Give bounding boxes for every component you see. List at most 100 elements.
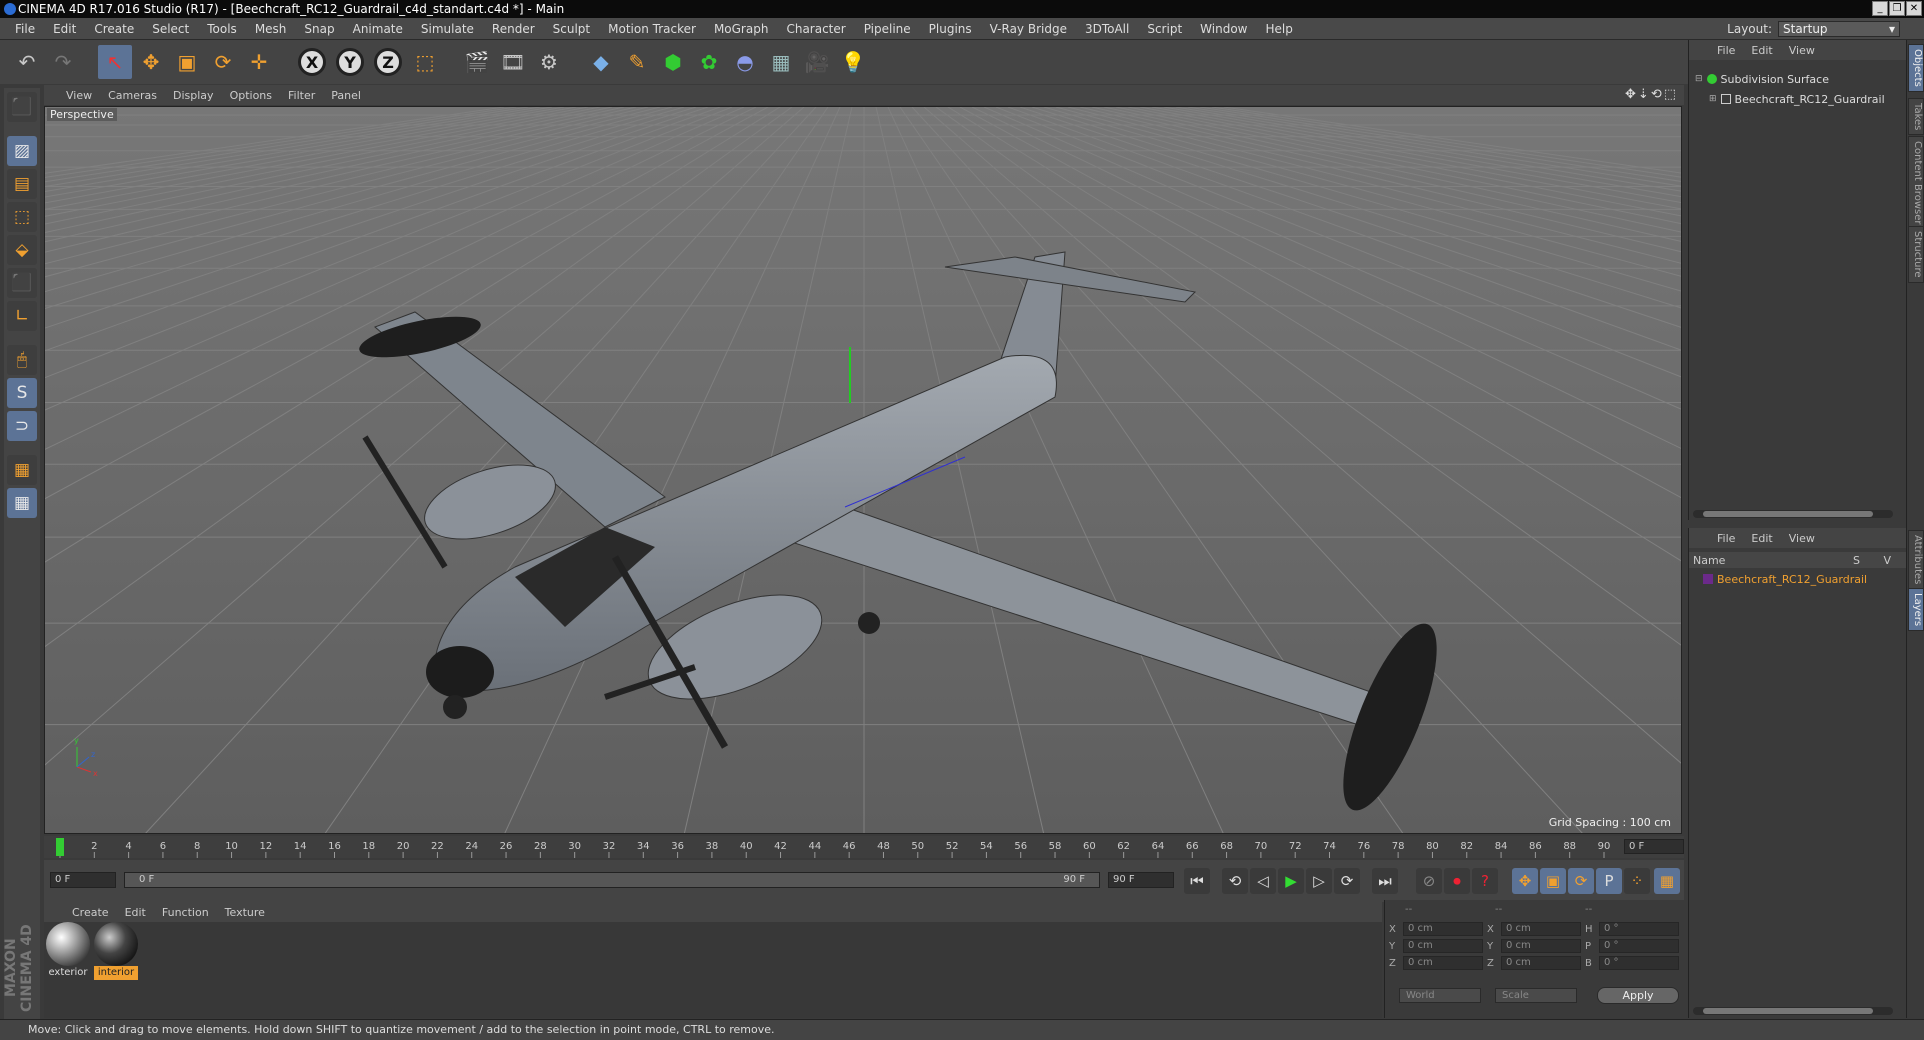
position-y-field[interactable]: 0 cm [1403,939,1483,953]
x-axis-lock-icon[interactable]: X [298,48,326,76]
menu-file[interactable]: File [6,22,44,36]
record-disabled-icon[interactable]: ⊘ [1416,868,1442,894]
render-settings-icon[interactable]: ⚙ [532,45,566,79]
start-frame-field[interactable]: 0 F [50,872,116,888]
workplane-lock-icon[interactable]: ▦ [7,488,37,518]
preview-range-slider[interactable]: 0 F 90 F [124,872,1100,888]
size-mode-dropdown[interactable]: Scale [1495,988,1577,1003]
camera-icon[interactable]: 🎥 [800,45,834,79]
tab-layers[interactable]: Layers [1908,588,1924,632]
maximize-button[interactable]: ❐ [1889,1,1905,16]
nurbs-icon[interactable]: ⬢ [656,45,690,79]
tab-structure[interactable]: Structure [1908,226,1924,283]
end-frame-field[interactable]: 90 F [1108,872,1174,888]
viewport-menu-display[interactable]: Display [165,89,222,102]
layer-manager-scrollbar[interactable] [1693,1007,1893,1015]
rotation-p-field[interactable]: 0 ° [1599,939,1679,953]
next-key-icon[interactable]: ⟳ [1334,868,1360,894]
redo-icon[interactable]: ↷ [46,45,80,79]
tab-content-browser[interactable]: Content Browser [1908,136,1924,230]
z-axis-lock-icon[interactable]: Z [374,48,402,76]
coordinate-system-icon[interactable]: ⬚ [408,45,442,79]
goto-end-icon[interactable]: ⏭ [1372,868,1398,894]
select-tool-icon[interactable]: ↖ [98,45,132,79]
material-menu-function[interactable]: Function [154,906,217,919]
menu-vray-bridge[interactable]: V-Ray Bridge [981,22,1076,36]
viewport-navigation-icons[interactable]: ✥⇣⟲⬚ [1625,87,1678,102]
last-tool-icon[interactable]: ✛ [242,45,276,79]
y-axis-lock-icon[interactable]: Y [336,48,364,76]
apply-button[interactable]: Apply [1597,987,1679,1004]
menu-plugins[interactable]: Plugins [920,22,981,36]
object-manager-scrollbar[interactable] [1693,510,1893,518]
menu-mesh[interactable]: Mesh [246,22,296,36]
record-active-icon[interactable]: ⏺ [1444,868,1470,894]
pen-spline-icon[interactable]: ✎ [620,45,654,79]
material-menu-texture[interactable]: Texture [217,906,273,919]
timeline-ruler[interactable]: 0246810121416182022242628303234363840424… [44,836,1684,858]
layer-row-beechcraft[interactable]: Beechcraft_RC12_Guardrail [1703,570,1867,588]
polygons-mode-icon[interactable]: ∟ [7,301,37,331]
menu-edit[interactable]: Edit [44,22,85,36]
menu-motion-tracker[interactable]: Motion Tracker [599,22,705,36]
floor-icon[interactable]: ▦ [764,45,798,79]
size-y-field[interactable]: 0 cm [1501,939,1581,953]
object-menu-view[interactable]: View [1781,44,1823,57]
object-menu-file[interactable]: File [1709,44,1743,57]
key-rotation-icon[interactable]: ⟳ [1568,868,1594,894]
layout-dropdown[interactable]: Startup [1778,21,1900,37]
axis-mode-icon[interactable]: 🖱 [7,345,37,375]
object-menu-edit[interactable]: Edit [1743,44,1780,57]
layer-menu-edit[interactable]: Edit [1743,532,1780,545]
close-button[interactable]: ✕ [1906,1,1922,16]
key-scale-icon[interactable]: ▣ [1540,868,1566,894]
menu-animate[interactable]: Animate [344,22,412,36]
minimize-button[interactable]: _ [1872,1,1888,16]
menu-mograph[interactable]: MoGraph [705,22,778,36]
move-tool-icon[interactable]: ✥ [134,45,168,79]
points-mode-icon[interactable]: ⬙ [7,235,37,265]
array-icon[interactable]: ✿ [692,45,726,79]
texture-mode-icon[interactable]: ▤ [7,169,37,199]
collapse-icon[interactable]: ⊟ [1695,74,1703,84]
rotation-b-field[interactable]: 0 ° [1599,956,1679,970]
workplane-mode-icon[interactable]: ⬚ [7,202,37,232]
menu-simulate[interactable]: Simulate [412,22,483,36]
tab-attributes[interactable]: Attributes [1908,530,1924,590]
size-x-field[interactable]: 0 cm [1501,922,1581,936]
tab-takes[interactable]: Takes [1908,98,1924,136]
size-z-field[interactable]: 0 cm [1501,956,1581,970]
play-icon[interactable]: ▶ [1278,868,1304,894]
object-row-beechcraft[interactable]: ⊞ Beechcraft_RC12_Guardrail [1709,90,1885,108]
goto-start-icon[interactable]: ⏮ [1184,868,1210,894]
menu-3dtoall[interactable]: 3DToAll [1076,22,1138,36]
light-icon[interactable]: 💡 [836,45,870,79]
object-row-subdivision-surface[interactable]: ⊟ Subdivision Surface [1695,70,1829,88]
rotate-tool-icon[interactable]: ⟳ [206,45,240,79]
menu-window[interactable]: Window [1191,22,1256,36]
timeline-window-icon[interactable]: ▦ [1654,868,1680,894]
menu-tools[interactable]: Tools [198,22,246,36]
rotation-h-field[interactable]: 0 ° [1599,922,1679,936]
menu-character[interactable]: Character [777,22,854,36]
current-frame-field[interactable]: 0 F [1624,839,1684,854]
menu-render[interactable]: Render [483,22,544,36]
model-mode-icon[interactable]: ▨ [7,136,37,166]
menu-create[interactable]: Create [85,22,143,36]
previous-key-icon[interactable]: ⟲ [1222,868,1248,894]
material-interior[interactable]: interior [94,922,138,980]
previous-frame-icon[interactable]: ◁ [1250,868,1276,894]
deformer-icon[interactable]: ◓ [728,45,762,79]
material-menu-create[interactable]: Create [64,906,117,919]
snap-icon[interactable]: ▦ [7,455,37,485]
scale-tool-icon[interactable]: ▣ [170,45,204,79]
tweak-mode-icon[interactable]: S [7,378,37,408]
viewport-menu-panel[interactable]: Panel [323,89,369,102]
position-z-field[interactable]: 0 cm [1403,956,1483,970]
menu-script[interactable]: Script [1138,22,1191,36]
cube-primitive-icon[interactable]: ◆ [584,45,618,79]
key-parameter-icon[interactable]: P [1596,868,1622,894]
tab-objects[interactable]: Objects [1908,44,1924,92]
next-frame-icon[interactable]: ▷ [1306,868,1332,894]
position-x-field[interactable]: 0 cm [1403,922,1483,936]
